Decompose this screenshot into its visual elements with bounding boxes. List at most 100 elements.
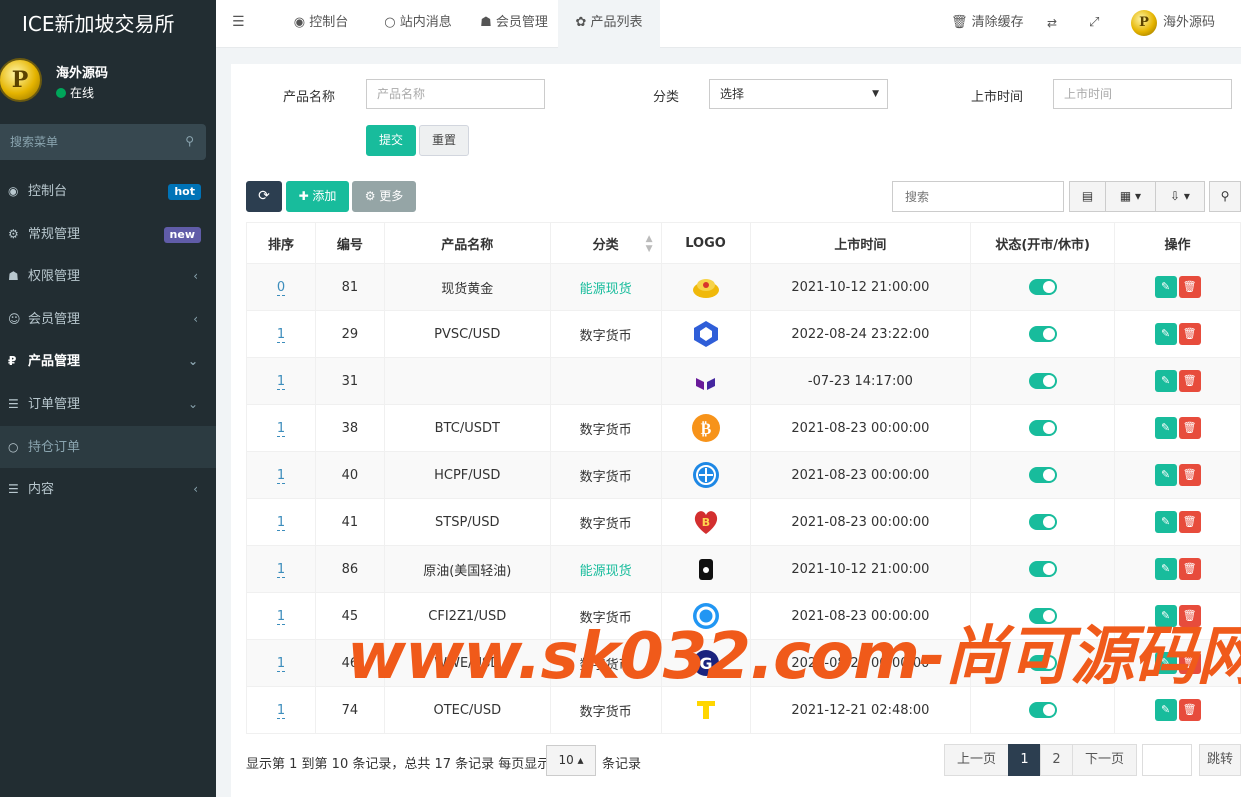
column-header[interactable]: LOGO [660, 222, 751, 264]
next-page-button[interactable]: 下一页 [1072, 744, 1137, 776]
status-toggle[interactable] [1028, 561, 1057, 577]
brand-title[interactable]: ICE新加坡交易所 [0, 0, 216, 48]
add-button[interactable]: ✚ 添加 [286, 181, 349, 212]
sort-value-link[interactable]: 1 [276, 467, 286, 484]
sort-cell[interactable]: 1 [246, 310, 316, 358]
tab[interactable]: ✿ 产品列表 [558, 0, 660, 48]
listing-time-input[interactable] [1053, 79, 1232, 109]
page-1-button[interactable]: 1 [1008, 744, 1041, 776]
sort-cell[interactable]: 1 [246, 592, 316, 640]
fullscreen-icon[interactable]: ⤢ [1089, 0, 1099, 48]
edit-icon[interactable]: ✎ [1154, 558, 1177, 580]
table-row[interactable]: 1 38 BTC/USDT 数字货币 ₿ 2021-08-23 00:00:00 ✎ 🗑 [246, 404, 1241, 452]
table-row[interactable]: 1 29 PVSC/USD 数字货币 2022-08-24 23:22:00 ✎ 🗑 [246, 310, 1241, 358]
sort-icon[interactable]: ▲ ▼ [646, 234, 653, 254]
edit-icon[interactable]: ✎ [1154, 699, 1177, 721]
refresh-button[interactable]: ⟳ [246, 181, 282, 212]
jump-page-input[interactable] [1142, 744, 1192, 776]
user-menu[interactable]: P 海外源码 [1131, 0, 1215, 48]
advanced-search-button[interactable]: ⚲ [1209, 181, 1241, 212]
status-toggle[interactable] [1028, 467, 1057, 483]
tab[interactable]: ☗ 会员管理 [474, 0, 554, 48]
table-row[interactable]: 1 86 原油(美国轻油) 能源现货 2021-10-12 21:00:00 ✎ 🗑 [246, 545, 1241, 593]
table-row[interactable]: 1 41 STSP/USD 数字货币 B 2021-08-23 00:00:00 ✎ 🗑 [246, 498, 1241, 546]
edit-icon[interactable]: ✎ [1154, 464, 1177, 486]
sort-value-link[interactable]: 1 [276, 514, 286, 531]
trash-icon[interactable]: 🗑 [1178, 417, 1201, 439]
sidebar-item[interactable]: ○ 持仓订单 [0, 425, 216, 469]
table-row[interactable]: 1 45 CFI2Z1/USD 数字货币 2021-08-23 00:00:00 ✎ 🗑 [246, 592, 1241, 640]
column-header[interactable]: 状态(开市/休市) [970, 222, 1116, 264]
category-select[interactable]: 选择 ▼ [709, 79, 888, 109]
edit-icon[interactable]: ✎ [1154, 652, 1177, 674]
sort-value-link[interactable]: 1 [276, 373, 286, 390]
search-icon[interactable]: ⚲ [185, 134, 194, 148]
sort-value-link[interactable]: 1 [276, 326, 286, 343]
sort-cell[interactable]: 1 [246, 545, 316, 593]
sidebar-item[interactable]: ☗ 权限管理 ‹ [0, 255, 216, 298]
page-size-select[interactable]: 10 ▴ [546, 745, 596, 776]
table-search-input[interactable] [892, 181, 1064, 212]
column-header[interactable]: 排序 [246, 222, 316, 264]
status-toggle[interactable] [1028, 702, 1057, 718]
columns-button[interactable]: ▦ ▾ [1105, 181, 1156, 212]
trash-icon[interactable]: 🗑 [1178, 370, 1201, 392]
sort-cell[interactable]: 1 [246, 451, 316, 499]
submit-button[interactable]: 提交 [366, 125, 416, 156]
status-toggle[interactable] [1028, 608, 1057, 624]
column-header[interactable]: 分类 ▲ ▼ [549, 222, 662, 264]
trash-icon[interactable]: 🗑 [1178, 558, 1201, 580]
sort-cell[interactable]: 1 [246, 498, 316, 546]
trash-icon[interactable]: 🗑 [1178, 511, 1201, 533]
column-header[interactable]: 上市时间 [749, 222, 972, 264]
sort-cell[interactable]: 1 [246, 357, 316, 405]
prev-page-button[interactable]: 上一页 [944, 744, 1009, 776]
column-header[interactable]: 产品名称 [383, 222, 551, 264]
edit-icon[interactable]: ✎ [1154, 605, 1177, 627]
sort-cell[interactable]: 1 [246, 639, 316, 687]
status-toggle[interactable] [1028, 326, 1057, 342]
menu-toggle-icon[interactable]: ☰ [232, 14, 245, 30]
status-toggle[interactable] [1028, 279, 1057, 295]
sort-value-link[interactable]: 1 [276, 702, 286, 719]
column-header[interactable]: 编号 [314, 222, 385, 264]
sort-value-link[interactable]: 1 [276, 561, 286, 578]
status-toggle[interactable] [1028, 420, 1057, 436]
table-row[interactable]: 1 46 WWE/USD 数字货币 G 2021-08-23 00:00:00 ✎ 🗑 [246, 639, 1241, 687]
table-row[interactable]: 1 40 HCPF/USD 数字货币 2021-08-23 00:00:00 ✎ 🗑 [246, 451, 1241, 499]
sidebar-item[interactable]: ☰ 订单管理 ⌄ [0, 383, 216, 426]
edit-icon[interactable]: ✎ [1154, 511, 1177, 533]
jump-button[interactable]: 跳转 [1199, 744, 1241, 776]
tab[interactable]: ◉ 控制台 [276, 0, 366, 48]
sort-value-link[interactable]: 1 [276, 655, 286, 672]
menu-search-input[interactable] [0, 124, 170, 160]
tab[interactable]: ○ 站内消息 [368, 0, 468, 48]
trash-icon[interactable]: 🗑 [1178, 652, 1201, 674]
more-button[interactable]: ⚙ 更多 [352, 181, 416, 212]
edit-icon[interactable]: ✎ [1154, 323, 1177, 345]
edit-icon[interactable]: ✎ [1154, 370, 1177, 392]
toggle-view-button[interactable]: ▤ [1069, 181, 1106, 212]
sidebar-item[interactable]: ⚙ 常规管理 new [0, 213, 216, 256]
sort-cell[interactable]: 1 [246, 404, 316, 452]
status-toggle[interactable] [1028, 514, 1057, 530]
clear-cache-button[interactable]: 🗑 清除缓存 [951, 0, 1024, 48]
trash-icon[interactable]: 🗑 [1178, 276, 1201, 298]
sort-value-link[interactable]: 0 [276, 279, 286, 296]
sort-value-link[interactable]: 1 [276, 420, 286, 437]
sort-value-link[interactable]: 1 [276, 608, 286, 625]
column-header[interactable]: 操作 [1114, 222, 1241, 264]
trash-icon[interactable]: 🗑 [1178, 464, 1201, 486]
edit-icon[interactable]: ✎ [1154, 417, 1177, 439]
export-button[interactable]: ⇩ ▾ [1155, 181, 1205, 212]
trash-icon[interactable]: 🗑 [1178, 605, 1201, 627]
status-toggle[interactable] [1028, 373, 1057, 389]
edit-icon[interactable]: ✎ [1154, 276, 1177, 298]
product-name-input[interactable] [366, 79, 545, 109]
page-2-button[interactable]: 2 [1040, 744, 1073, 776]
table-row[interactable]: 1 74 OTEC/USD 数字货币 2021-12-21 02:48:00 ✎ 🗑 [246, 686, 1241, 734]
sidebar-item[interactable]: ₽ 产品管理 ⌄ [0, 340, 216, 383]
language-icon[interactable]: ⇄ [1047, 0, 1057, 48]
reset-button[interactable]: 重置 [419, 125, 469, 156]
trash-icon[interactable]: 🗑 [1178, 699, 1201, 721]
